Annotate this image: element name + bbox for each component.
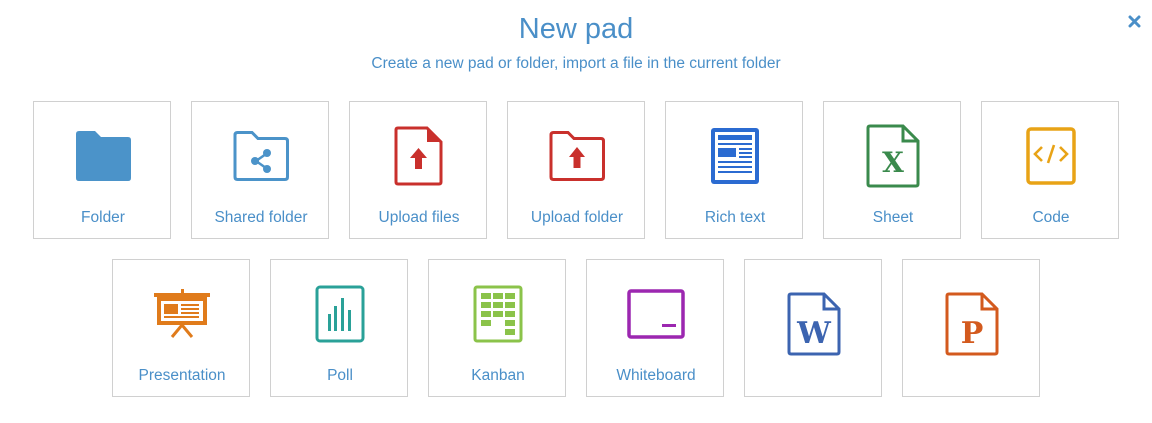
- tile-row-1: Folder Shared folder Upload files Upload…: [0, 101, 1152, 239]
- word-glyph: W: [796, 316, 832, 351]
- presentation-tile[interactable]: Presentation: [112, 259, 250, 397]
- tile-row-2: Presentation Poll Kanban Whiteboard W P: [0, 259, 1152, 397]
- close-button[interactable]: [1124, 11, 1144, 31]
- tile-label: Folder: [81, 209, 125, 226]
- rich-text-tile[interactable]: Rich text: [665, 101, 803, 239]
- folder-icon: [34, 122, 172, 190]
- rich-text-icon: [666, 122, 804, 190]
- code-icon: [982, 122, 1120, 190]
- tile-label: Code: [1032, 209, 1070, 226]
- tile-label: Poll: [327, 367, 353, 384]
- word-document-icon: W: [745, 290, 883, 358]
- tile-label: Upload folder: [530, 209, 624, 226]
- kanban-tile[interactable]: Kanban: [428, 259, 566, 397]
- poll-icon: [271, 280, 409, 348]
- tile-label: Upload files: [378, 209, 460, 226]
- powerpoint-glyph: P: [961, 316, 984, 351]
- shared-folder-tile[interactable]: Shared folder: [191, 101, 329, 239]
- dialog-subtitle: Create a new pad or folder, import a fil…: [371, 55, 781, 72]
- code-tile[interactable]: Code: [981, 101, 1119, 239]
- powerpoint-document-icon: P: [903, 290, 1041, 358]
- tile-grid: Folder Shared folder Upload files Upload…: [0, 101, 1152, 417]
- new-pad-dialog: New pad Create a new pad or folder, impo…: [0, 0, 1152, 423]
- upload-files-tile[interactable]: Upload files: [349, 101, 487, 239]
- dialog-title: New pad: [518, 13, 634, 45]
- tile-label: Sheet: [872, 209, 914, 226]
- folder-tile[interactable]: Folder: [33, 101, 171, 239]
- upload-folder-tile[interactable]: Upload folder: [507, 101, 645, 239]
- tile-label: Kanban: [471, 367, 525, 384]
- tile-label: Rich text: [704, 209, 766, 226]
- shared-folder-icon: [192, 122, 330, 190]
- upload-folder-icon: [508, 122, 646, 190]
- sheet-icon: X: [824, 122, 962, 190]
- whiteboard-tile[interactable]: Whiteboard: [586, 259, 724, 397]
- poll-tile[interactable]: Poll: [270, 259, 408, 397]
- close-icon[interactable]: [1128, 15, 1141, 28]
- word-document-tile[interactable]: W: [744, 259, 882, 397]
- sheet-tile[interactable]: X Sheet: [823, 101, 961, 239]
- tile-label: Whiteboard: [616, 367, 696, 384]
- svg-text:X: X: [882, 146, 904, 179]
- presentation-icon: [113, 280, 251, 348]
- powerpoint-document-tile[interactable]: P: [902, 259, 1040, 397]
- whiteboard-icon: [587, 280, 725, 348]
- tile-label: Shared folder: [214, 209, 308, 226]
- tile-label: Presentation: [138, 367, 226, 384]
- upload-file-icon: [350, 122, 488, 190]
- kanban-icon: [429, 280, 567, 348]
